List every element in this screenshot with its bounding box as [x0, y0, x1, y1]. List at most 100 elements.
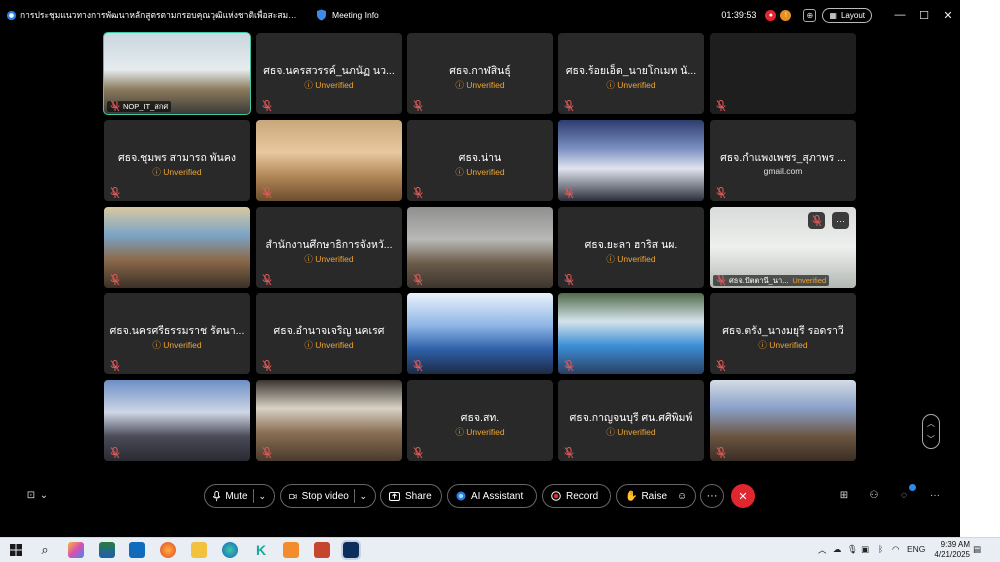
- record-button[interactable]: Record: [542, 484, 611, 508]
- participant-tile[interactable]: [558, 293, 704, 374]
- participant-tile[interactable]: [407, 207, 553, 288]
- participant-tile[interactable]: [558, 120, 704, 201]
- participant-tile[interactable]: ศธจ.น่าน ⓘ Unverified: [407, 120, 553, 201]
- ai-assistant-button[interactable]: AI Assistant: [447, 484, 537, 508]
- participant-tile[interactable]: [256, 120, 402, 201]
- maximize-button[interactable]: ☐: [912, 9, 936, 22]
- search-icon[interactable]: ⌕: [37, 542, 53, 558]
- powerpoint-icon[interactable]: [314, 542, 330, 558]
- edge-icon[interactable]: [222, 542, 238, 558]
- zoom-icon[interactable]: ⊕: [803, 8, 817, 22]
- info-icon: ⓘ: [455, 427, 467, 437]
- participant-tile[interactable]: ศธจ.ตรัง_นางมยุรี รอดราวี ⓘ Unverified: [710, 293, 856, 374]
- more-options-button[interactable]: ···: [700, 484, 724, 508]
- microphone-icon[interactable]: 🎙: [847, 544, 858, 555]
- apps-icon[interactable]: ⊞: [837, 488, 851, 502]
- file-explorer-icon[interactable]: [191, 542, 207, 558]
- participant-video: [407, 207, 553, 288]
- record-icon: [551, 491, 561, 501]
- stop-video-button[interactable]: Stop video ⌄: [280, 484, 376, 508]
- language-indicator[interactable]: ENG: [907, 544, 925, 554]
- reactions-icon[interactable]: ☺: [677, 491, 687, 502]
- mute-button[interactable]: Mute ⌄: [204, 484, 275, 508]
- participant-tile[interactable]: [710, 33, 856, 114]
- meeting-info-button[interactable]: Meeting Info: [316, 9, 379, 21]
- participant-tile[interactable]: [104, 380, 250, 461]
- participant-tile[interactable]: ศธจ.อำนาจเจริญ นคเรศ ⓘ Unverified: [256, 293, 402, 374]
- participant-tile[interactable]: [104, 207, 250, 288]
- mute-label: Mute: [225, 490, 248, 502]
- share-button[interactable]: Share: [380, 484, 442, 508]
- microphone-muted-icon: [564, 359, 574, 372]
- end-meeting-button[interactable]: ✕: [731, 484, 755, 508]
- microphone-muted-icon: [110, 101, 120, 112]
- chevron-down-icon[interactable]: ﹀: [927, 434, 935, 445]
- participants-icon[interactable]: ⚇: [867, 488, 881, 502]
- info-icon: ⓘ: [304, 254, 316, 264]
- microphone-muted-icon: [110, 359, 120, 372]
- outlook-icon[interactable]: [129, 542, 145, 558]
- media-player-icon[interactable]: [283, 542, 299, 558]
- participant-tile[interactable]: ศธจ.สท. ⓘ Unverified: [407, 380, 553, 461]
- wifi-icon[interactable]: ◠: [892, 544, 899, 555]
- participant-tile[interactable]: [256, 380, 402, 461]
- tile-more-button[interactable]: ···: [832, 212, 849, 229]
- k-app-icon[interactable]: K: [253, 542, 269, 558]
- tile-mute-button[interactable]: [808, 212, 825, 229]
- firefox-icon[interactable]: [160, 542, 176, 558]
- microphone-muted-icon: [110, 186, 120, 199]
- participant-tile[interactable]: ศธจ.ปัตตานี_นา... Unverified ···: [710, 207, 856, 288]
- participant-tile[interactable]: ศธจ.นครสวรรค์_นภนัฏ นว... ⓘ Unverified: [256, 33, 402, 114]
- info-icon: ⓘ: [606, 254, 618, 264]
- participant-tile[interactable]: [710, 380, 856, 461]
- participant-tile[interactable]: [407, 293, 553, 374]
- participant-name: ศธจ.น่าน: [458, 152, 502, 164]
- participant-tile[interactable]: ศธจ.นครศรีธรรมราช รัตนา... ⓘ Unverified: [104, 293, 250, 374]
- clock[interactable]: 9:39 AM 4/21/2025: [934, 540, 970, 560]
- info-icon: ⓘ: [758, 340, 770, 350]
- meeting-title: การประชุมแนวทางการพัฒนาหลักสูตรตามกรอบคุ…: [20, 10, 302, 20]
- meeting-timer: 01:39:53: [721, 10, 757, 20]
- copilot-icon[interactable]: [68, 542, 84, 558]
- close-window-button[interactable]: ✕: [936, 9, 960, 22]
- participant-tile[interactable]: ศธจ.ร้อยเอ็ด_นายโกเมท นั... ⓘ Unverified: [558, 33, 704, 114]
- camera-icon[interactable]: ▣: [861, 544, 869, 555]
- chevron-up-icon[interactable]: ︿: [818, 544, 827, 556]
- microphone-muted-icon: [564, 273, 574, 286]
- participant-tile[interactable]: ศธจ.กำแพงเพชร_สุภาพร ... gmail.com: [710, 120, 856, 201]
- participant-tile[interactable]: สำนักงานศึกษาธิการจังหวั... ⓘ Unverified: [256, 207, 402, 288]
- bluetooth-icon[interactable]: ᛒ: [878, 544, 883, 554]
- participant-tile[interactable]: ศธจ.กาฬสินธุ์ ⓘ Unverified: [407, 33, 553, 114]
- participant-name: ศธจ.ร้อยเอ็ด_นายโกเมท นั...: [565, 65, 697, 77]
- captions-icon[interactable]: ⊡: [24, 488, 38, 502]
- unverified-badge: ⓘ Unverified: [455, 167, 505, 177]
- participant-tile[interactable]: ศธจ.กาญจนบุรี ศน.ศศิพิมพ์ ⓘ Unverified: [558, 380, 704, 461]
- clock-date: 4/21/2025: [934, 550, 970, 559]
- grid-scroll-control[interactable]: ︿ ﹀: [922, 414, 940, 449]
- store-icon[interactable]: [99, 542, 115, 558]
- participant-tile[interactable]: NOP_IT_สกศ: [103, 32, 251, 115]
- layout-label: Layout: [840, 10, 865, 20]
- windows-start-icon[interactable]: [8, 542, 24, 558]
- notifications-icon[interactable]: ▤: [973, 544, 981, 555]
- webex-taskbar-icon[interactable]: [341, 540, 361, 560]
- minimize-button[interactable]: —: [888, 9, 912, 21]
- more-panels-icon[interactable]: ···: [928, 488, 942, 502]
- chevron-down-icon[interactable]: ⌄: [258, 491, 266, 502]
- meeting-info-label: Meeting Info: [332, 10, 379, 20]
- raise-hand-button[interactable]: ✋ Raise ☺: [616, 484, 696, 508]
- meeting-window: การประชุมแนวทางการพัฒนาหลักสูตรตามกรอบคุ…: [0, 0, 960, 537]
- chat-icon[interactable]: ◌: [897, 488, 911, 502]
- participant-video: [256, 380, 402, 461]
- chevron-down-icon[interactable]: ⌄: [37, 488, 51, 502]
- warning-indicator-icon: !: [780, 9, 792, 21]
- participant-tile[interactable]: ศธจ.ชุมพร สามารถ พันคง ⓘ Unverified: [104, 120, 250, 201]
- chevron-down-icon[interactable]: ⌄: [359, 491, 367, 502]
- participant-name: ศธจ.กาญจนบุรี ศน.ศศิพิมพ์: [569, 412, 693, 424]
- raise-label: Raise: [641, 490, 668, 502]
- onedrive-icon[interactable]: ☁: [833, 544, 842, 555]
- participant-tile[interactable]: ศธจ.ยะลา ฮาริส นผ. ⓘ Unverified: [558, 207, 704, 288]
- chevron-up-icon[interactable]: ︿: [927, 418, 935, 429]
- participant-video: [104, 380, 250, 461]
- layout-button[interactable]: ▦ Layout: [822, 7, 872, 23]
